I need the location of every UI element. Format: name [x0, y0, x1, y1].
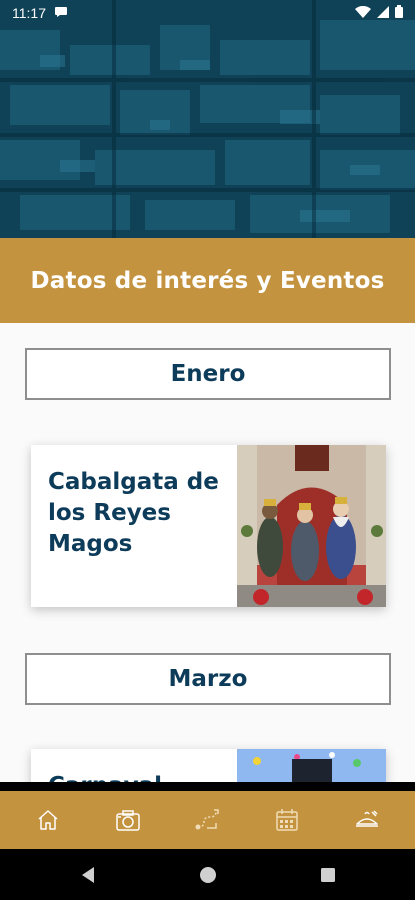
nav-food-button[interactable]	[350, 803, 384, 837]
battery-icon	[395, 5, 403, 21]
month-header-enero: Enero	[25, 348, 391, 400]
home-icon	[38, 810, 58, 830]
month-header-marzo: Marzo	[25, 653, 391, 705]
nav-home-button[interactable]	[31, 803, 65, 837]
event-card-cabalgata[interactable]: Cabalgata de los Reyes Magos	[31, 445, 386, 607]
hero-image	[0, 0, 415, 238]
event-title: Cabalgata de los Reyes Magos	[48, 469, 219, 557]
status-time: 11:17	[12, 5, 46, 21]
nav-photos-button[interactable]	[111, 803, 145, 837]
system-recents-button[interactable]	[268, 849, 388, 900]
calendar-icon	[276, 809, 299, 831]
status-bar: 11:17	[0, 0, 415, 26]
city-aerial-image	[0, 0, 415, 238]
system-navigation-bar	[0, 849, 415, 900]
food-icon	[356, 810, 379, 827]
events-list[interactable]: Enero Cabalgata de los Reyes Magos Marzo	[0, 323, 415, 782]
signal-icon	[377, 5, 389, 21]
event-title: Carnaval	[31, 749, 237, 782]
page-header: Datos de interés y Eventos	[0, 238, 415, 323]
month-label: Enero	[170, 361, 246, 387]
month-label: Marzo	[168, 666, 248, 692]
back-icon	[81, 866, 94, 883]
home-circle-icon	[199, 866, 216, 883]
system-back-button[interactable]	[28, 849, 148, 900]
system-home-button[interactable]	[148, 849, 268, 900]
route-icon	[195, 809, 220, 830]
camera-icon	[115, 810, 140, 831]
event-card-carnaval[interactable]: Carnaval	[31, 749, 386, 782]
wifi-icon	[355, 5, 371, 21]
page-title: Datos de interés y Eventos	[30, 267, 385, 294]
nav-routes-button[interactable]	[190, 803, 224, 837]
bottom-navigation	[0, 791, 415, 849]
nav-calendar-button[interactable]	[270, 803, 304, 837]
recents-icon	[320, 867, 335, 882]
notification-icon	[54, 5, 68, 21]
event-image	[237, 445, 386, 607]
event-image	[237, 749, 386, 782]
